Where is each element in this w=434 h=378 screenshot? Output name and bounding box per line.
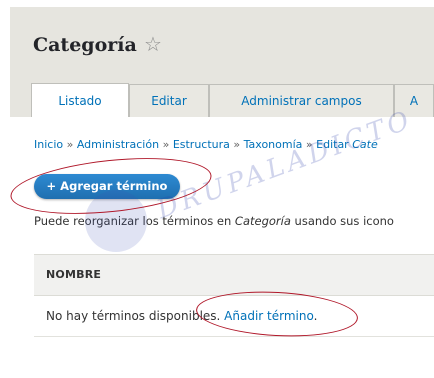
star-icon[interactable]: ☆ bbox=[144, 32, 162, 56]
empty-message: No hay términos disponibles. bbox=[46, 309, 225, 323]
breadcrumb-estructura[interactable]: Estructura bbox=[173, 138, 230, 151]
empty-row: No hay términos disponibles. Añadir térm… bbox=[34, 296, 434, 337]
watermark-text: DRUPALADICTO bbox=[153, 104, 417, 226]
tab-editar[interactable]: Editar bbox=[129, 84, 209, 117]
breadcrumb-separator: » bbox=[233, 138, 244, 151]
watermark-logo bbox=[85, 190, 147, 252]
column-header-nombre[interactable]: NOMBRE bbox=[34, 254, 434, 296]
add-term-link[interactable]: Añadir término bbox=[224, 309, 313, 323]
tab-administrar-campos[interactable]: Administrar campos bbox=[209, 84, 394, 117]
breadcrumb-administracion[interactable]: Administración bbox=[77, 138, 159, 151]
tab-bar: Listado Editar Administrar campos A bbox=[10, 83, 434, 117]
help-text-vocabulary: Categoría bbox=[234, 214, 291, 228]
page-header: Categoría ☆ Listado Editar Administrar c… bbox=[10, 7, 434, 117]
tab-listado[interactable]: Listado bbox=[31, 83, 129, 117]
breadcrumb-separator: » bbox=[162, 138, 173, 151]
breadcrumb-inicio[interactable]: Inicio bbox=[34, 138, 63, 151]
help-text-suffix: usando sus icono bbox=[290, 214, 394, 228]
page-title: Categoría bbox=[33, 34, 137, 56]
terms-table: NOMBRE No hay términos disponibles. Añad… bbox=[34, 254, 434, 337]
empty-period: . bbox=[313, 309, 318, 323]
breadcrumb-separator: » bbox=[66, 138, 77, 151]
